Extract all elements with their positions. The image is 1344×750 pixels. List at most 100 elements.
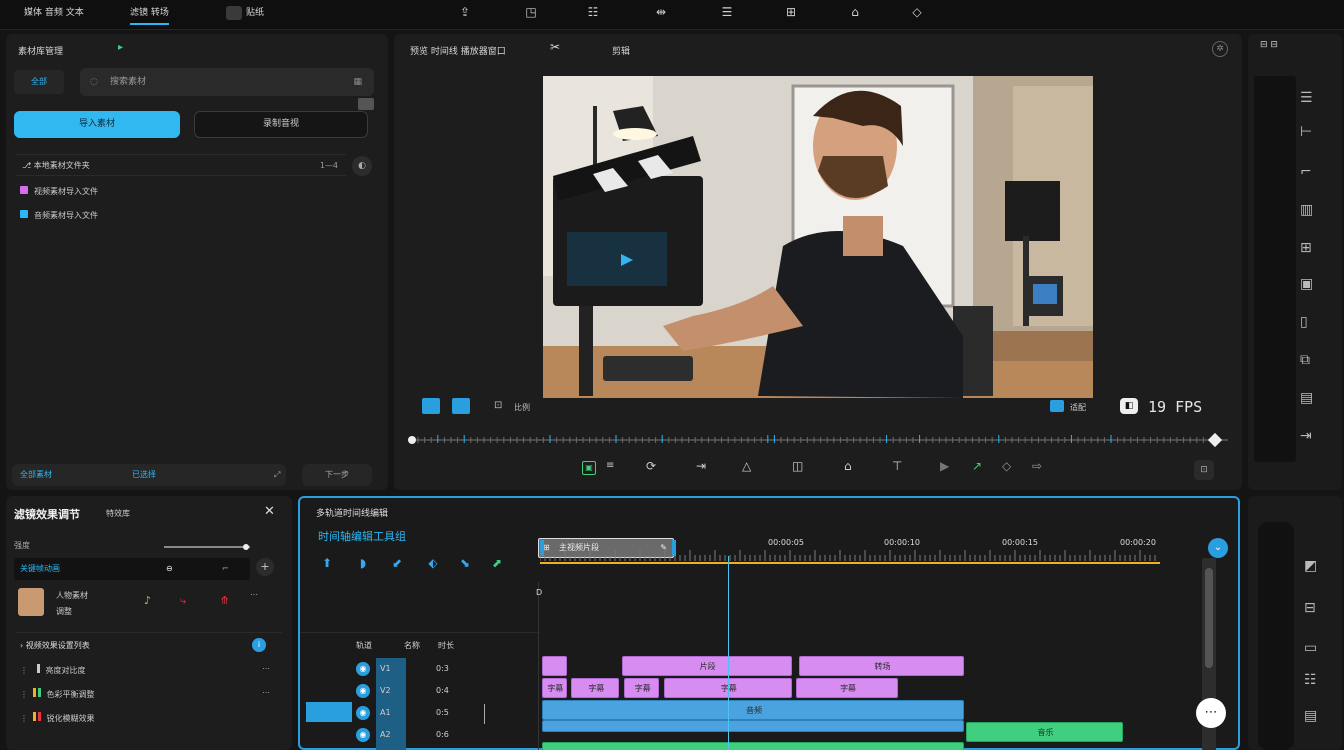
rail-split-icon[interactable]: ⊢ — [1300, 124, 1312, 140]
rail-panel-icon[interactable]: ▯ — [1300, 314, 1308, 330]
more-options-button[interactable]: ⋯ — [1196, 698, 1226, 728]
timeline-clip[interactable]: 音频 — [542, 700, 964, 720]
track-row[interactable]: ◉ A1 0:5 — [356, 704, 536, 724]
export-icon[interactable]: ⇪ — [456, 3, 474, 21]
strength-slider[interactable] — [164, 544, 250, 550]
arrow-up-icon[interactable]: ⤊ — [220, 594, 229, 607]
tools-icon[interactable]: ✂ — [550, 40, 560, 54]
timeline-clip[interactable]: 字幕 — [571, 678, 620, 698]
folder-row[interactable]: ⎇ 本地素材文件夹 1—4 — [16, 154, 346, 176]
playhead[interactable] — [728, 556, 729, 750]
keyframe-option-icon[interactable]: ⌐ — [222, 558, 229, 580]
active-track-tab[interactable] — [306, 702, 352, 722]
record-button[interactable]: 录制音视 — [194, 111, 368, 138]
footer-selected[interactable]: 已选择 — [132, 464, 156, 486]
list-item[interactable]: ⋮ 色彩平衡调整 ⋯ — [20, 688, 270, 700]
grid-small-icon[interactable]: ⊡ — [494, 400, 502, 411]
rail-chat-icon[interactable]: ◩ — [1304, 558, 1317, 574]
rail-bracket-icon[interactable]: ⌐ — [1300, 164, 1312, 180]
track-eye-icon[interactable]: ◉ — [356, 706, 370, 720]
rail-list2-icon[interactable]: ▤ — [1304, 708, 1317, 724]
layout-icon[interactable]: ⊞ — [782, 3, 800, 21]
camera-icon[interactable]: △ — [742, 459, 751, 473]
diamond-icon[interactable]: ◇ — [1002, 459, 1011, 473]
list-item[interactable]: ⋮ 亮度对比度 ⋯ — [20, 664, 270, 676]
timeline-clip[interactable] — [542, 656, 567, 676]
razor-tool-icon[interactable]: ◗ — [356, 556, 370, 570]
timeline-clip[interactable]: 字幕 — [624, 678, 660, 698]
slider-knob[interactable] — [242, 544, 249, 550]
zoom-icon[interactable]: ⌄ — [1208, 538, 1228, 558]
close-icon[interactable]: ✕ — [264, 504, 275, 519]
play-small-icon[interactable]: ▸ — [118, 42, 123, 53]
import-button[interactable]: 导入素材 — [14, 111, 180, 138]
track-row[interactable]: ◉ V1 0:3 — [356, 660, 536, 680]
play-icon[interactable]: ▶ — [940, 459, 949, 473]
rail-box-icon[interactable]: ▭ — [1304, 640, 1317, 656]
work-area-bar[interactable] — [540, 562, 1160, 564]
cut-icon[interactable]: ⟳ — [646, 459, 656, 473]
thumb-option-icon[interactable]: ⋯ — [250, 590, 258, 599]
rail-stack2-icon[interactable]: ☷ — [1304, 672, 1317, 688]
music-clip[interactable] — [542, 742, 964, 750]
expand-icon[interactable]: ⤢ — [274, 464, 280, 486]
track-eye-icon[interactable]: ◉ — [356, 728, 370, 742]
next-button[interactable]: 下一步 — [302, 464, 372, 486]
video-preview[interactable] — [543, 76, 1093, 398]
item-more-icon[interactable]: ⋯ — [262, 664, 270, 673]
timeline-clip[interactable]: 音乐 — [966, 722, 1123, 742]
rail-stack-icon[interactable]: ⧉ — [1300, 352, 1310, 368]
keyframe-toggle-icon[interactable]: ⊖ — [166, 558, 173, 580]
thumbnail[interactable] — [18, 588, 44, 616]
list-item[interactable]: 视频素材导入文件 — [20, 186, 98, 197]
music-icon[interactable]: ♪ — [144, 594, 151, 607]
info-badge-icon[interactable]: i — [252, 638, 266, 652]
grid-icon[interactable]: ☷ — [584, 3, 602, 21]
ripple-tool-icon[interactable]: ⬋ — [390, 556, 404, 570]
ratio-toggle-icon[interactable] — [452, 398, 470, 414]
rail-title-icon[interactable]: ⊟ ⊟ — [1260, 40, 1278, 50]
text-icon[interactable]: ⌂ — [844, 459, 852, 473]
filter-chip[interactable]: 全部 — [14, 70, 64, 94]
tab-filters[interactable]: 滤镜 转场 — [130, 5, 169, 25]
add-effect-button[interactable]: + — [256, 558, 274, 576]
mark-icon[interactable]: ▣ — [582, 461, 596, 475]
magnet-tool-icon[interactable]: ⬈ — [490, 556, 504, 570]
rail-media-icon[interactable]: ▥ — [1300, 202, 1313, 218]
split-icon[interactable]: ⇹ — [652, 3, 670, 21]
ruler[interactable]: 00:00:05 00:00:10 00:00:15 00:00:20 — [540, 536, 1200, 572]
rail-frame-icon[interactable]: ▣ — [1300, 276, 1313, 292]
fit-toggle-icon[interactable] — [1050, 400, 1064, 412]
search-input[interactable]: ◌ 搜索素材 ▦ — [80, 68, 374, 96]
crop-icon[interactable]: ◳ — [522, 3, 540, 21]
tab-stickers[interactable]: 贴纸 — [226, 5, 264, 20]
hand-tool-icon[interactable]: ⬊ — [458, 556, 472, 570]
audio-waveform-clip[interactable] — [542, 720, 964, 732]
crop-toggle-icon[interactable] — [422, 398, 440, 414]
select-tool-icon[interactable]: ⬆ — [320, 556, 334, 570]
timeline-clip[interactable]: 转场 — [799, 656, 964, 676]
scrub-start-handle[interactable] — [408, 436, 416, 444]
list-item[interactable]: ⋮ 锐化模糊效果 — [20, 712, 270, 724]
scroll-thumb[interactable] — [1205, 568, 1213, 668]
track-eye-icon[interactable]: ◉ — [356, 684, 370, 698]
track-resize-handle[interactable] — [484, 704, 494, 724]
rail-expand-icon[interactable]: ⇥ — [1300, 428, 1312, 444]
settings-icon[interactable]: ✲ — [1212, 41, 1228, 57]
track-eye-icon[interactable]: ◉ — [356, 662, 370, 676]
timeline-clip[interactable]: 字幕 — [542, 678, 567, 698]
rail-split2-icon[interactable]: ⊟ — [1304, 600, 1316, 616]
track-row[interactable]: ◉ V2 0:4 — [356, 682, 536, 702]
fullscreen-icon[interactable]: ⊡ — [1194, 460, 1214, 480]
scrub-bar[interactable] — [408, 432, 1228, 448]
slip-tool-icon[interactable]: ⬖ — [426, 556, 440, 570]
forward-icon[interactable]: ⇨ — [1032, 459, 1042, 473]
keyframe-row[interactable]: 关键帧动画 ⊖ ⌐ — [14, 558, 250, 580]
rail-list-icon[interactable]: ☰ — [1300, 90, 1313, 106]
pen-icon[interactable]: ↗ — [972, 459, 982, 473]
flip-icon[interactable]: ⤷ — [180, 594, 186, 608]
rail-doc-icon[interactable]: ▤ — [1300, 390, 1313, 406]
scroll-handle[interactable] — [358, 98, 374, 110]
info-icon[interactable]: ◐ — [352, 156, 372, 176]
tab-media[interactable]: 媒体 音频 文本 — [24, 5, 84, 18]
